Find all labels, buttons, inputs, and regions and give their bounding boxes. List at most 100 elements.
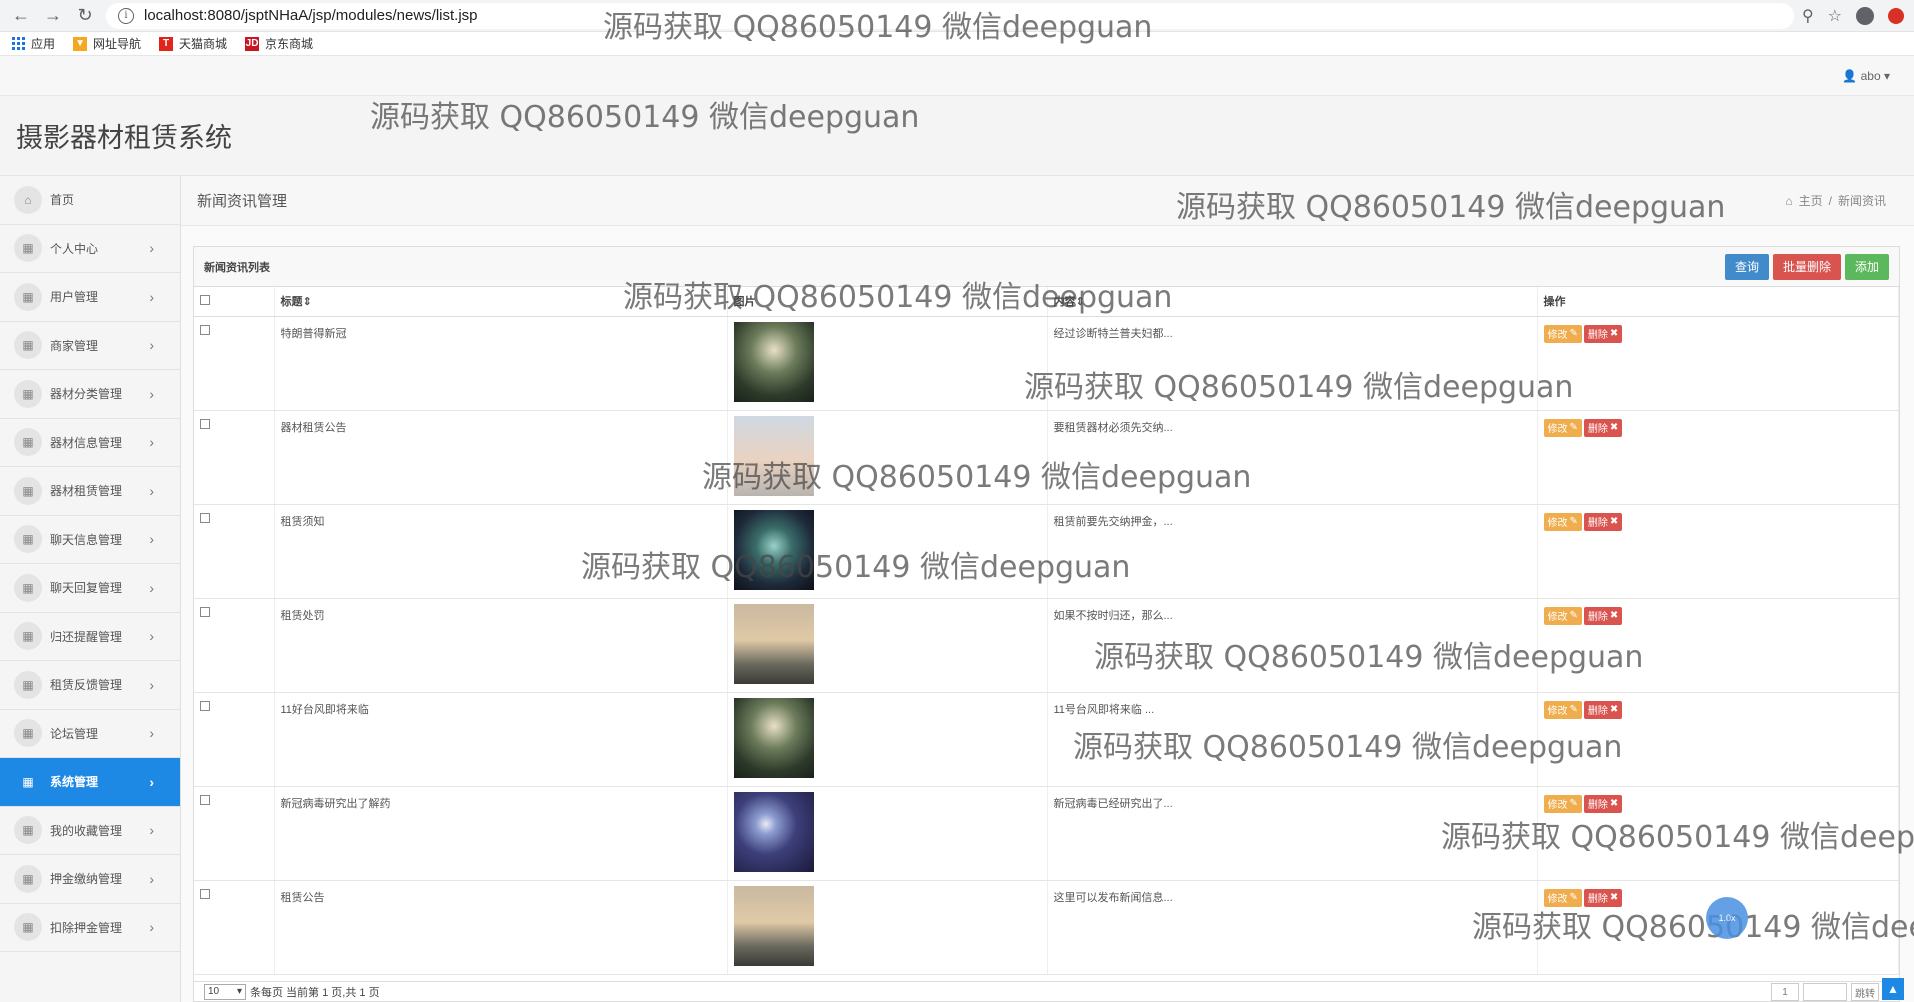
bookmark-apps[interactable]: 应用 xyxy=(12,35,55,52)
sidebar-item-system[interactable]: ▦ 系统管理 › xyxy=(0,758,180,807)
news-thumbnail[interactable] xyxy=(733,885,814,966)
grid-icon: ▦ xyxy=(14,234,42,263)
row-title: 新冠病毒研究出了解药 xyxy=(274,786,728,881)
select-all-checkbox[interactable] xyxy=(200,294,210,305)
zoom-icon[interactable]: ⚲ xyxy=(1802,6,1814,26)
bookmark-jd[interactable]: JD 京东商城 xyxy=(245,35,313,52)
row-checkbox[interactable] xyxy=(200,512,210,523)
sidebar-item-feedback[interactable]: ▦ 租赁反馈管理 › xyxy=(0,661,180,710)
delete-button[interactable]: 删除 ✖ xyxy=(1583,512,1623,531)
edit-button[interactable]: 修改 ✎ xyxy=(1543,512,1582,531)
url-text: localhost:8080/jsptNHaA/jsp/modules/news… xyxy=(144,7,478,24)
row-checkbox[interactable] xyxy=(200,324,210,335)
sidebar-item-merchants[interactable]: ▦ 商家管理 › xyxy=(0,322,180,370)
news-thumbnail[interactable] xyxy=(733,697,814,778)
sidebar-item-deposit-pay[interactable]: ▦ 押金缴纳管理 › xyxy=(0,855,180,904)
bookmark-nav[interactable]: ▼ 网址导航 xyxy=(73,35,141,52)
sidebar-item-forum[interactable]: ▦ 论坛管理 › xyxy=(0,710,180,758)
sidebar-item-return-reminder[interactable]: ▦ 归还提醒管理 › xyxy=(0,613,180,661)
grid-icon: ▦ xyxy=(14,525,42,554)
row-image-cell xyxy=(727,692,1048,787)
scroll-top-icon[interactable]: ▲ xyxy=(1882,978,1904,1000)
news-thumbnail[interactable] xyxy=(733,509,814,590)
page-number[interactable]: 1 xyxy=(1771,983,1799,1001)
row-select-cell xyxy=(194,598,275,693)
reload-icon[interactable]: ↻ xyxy=(74,5,96,27)
news-thumbnail[interactable] xyxy=(733,321,814,402)
grid-icon: ▦ xyxy=(14,331,42,360)
news-thumbnail[interactable] xyxy=(733,791,814,872)
col-content[interactable]: 内容⇕ xyxy=(1047,287,1538,317)
row-actions: 修改 ✎ 删除 ✖ xyxy=(1537,598,1899,693)
add-button[interactable]: 添加 xyxy=(1844,253,1889,280)
close-icon: ✖ xyxy=(1609,892,1619,903)
sidebar-item-users[interactable]: ▦ 用户管理 › xyxy=(0,273,180,322)
table-footer: 10 ▾ 条每页 当前第 1 页,共 1 页 1 跳转 xyxy=(194,981,1899,1001)
row-image-cell xyxy=(727,598,1048,693)
row-checkbox[interactable] xyxy=(200,888,210,899)
edit-button[interactable]: 修改 ✎ xyxy=(1543,418,1582,437)
sidebar-item-chat[interactable]: ▦ 聊天信息管理 › xyxy=(0,516,180,564)
row-checkbox[interactable] xyxy=(200,418,210,429)
delete-button[interactable]: 删除 ✖ xyxy=(1583,888,1623,907)
user-menu[interactable]: 👤 abo ▾ xyxy=(1842,69,1890,83)
forward-icon[interactable]: → xyxy=(42,5,64,27)
sidebar-item-favorites[interactable]: ▦ 我的收藏管理 › xyxy=(0,807,180,855)
row-select-cell xyxy=(194,692,275,787)
row-actions: 修改 ✎ 删除 ✖ xyxy=(1537,786,1899,881)
edit-button[interactable]: 修改 ✎ xyxy=(1543,888,1582,907)
delete-button[interactable]: 删除 ✖ xyxy=(1583,606,1623,625)
sidebar-item-rental[interactable]: ▦ 器材租赁管理 › xyxy=(0,467,180,516)
query-button[interactable]: 查询 xyxy=(1724,253,1769,280)
bookmark-star-icon[interactable]: ☆ xyxy=(1828,6,1842,26)
extension-icon[interactable] xyxy=(1888,7,1904,24)
delete-button[interactable]: 删除 ✖ xyxy=(1583,794,1623,813)
row-content: 如果不按时归还，那么... xyxy=(1047,598,1538,693)
col-title[interactable]: 标题⇕ xyxy=(274,287,728,317)
breadcrumb-home[interactable]: 主页 xyxy=(1799,192,1823,209)
edit-button[interactable]: 修改 ✎ xyxy=(1543,700,1582,719)
profile-icon[interactable] xyxy=(1856,6,1874,25)
jump-button[interactable]: 跳转 xyxy=(1851,983,1879,1001)
close-icon: ✖ xyxy=(1609,798,1619,809)
home-icon: ⌂ xyxy=(14,185,42,214)
row-checkbox[interactable] xyxy=(200,606,210,617)
chevron-right-icon: › xyxy=(149,725,154,742)
address-bar[interactable]: i localhost:8080/jsptNHaA/jsp/modules/ne… xyxy=(106,2,1794,29)
sidebar-item-personal[interactable]: ▦ 个人中心 › xyxy=(0,225,180,273)
apps-grid-icon xyxy=(12,37,25,50)
grid-icon: ▦ xyxy=(14,816,42,845)
col-action: 操作 xyxy=(1537,287,1899,317)
row-checkbox[interactable] xyxy=(200,700,210,711)
sidebar-item-chat-reply[interactable]: ▦ 聊天回复管理 › xyxy=(0,564,180,613)
close-icon: ✖ xyxy=(1609,516,1619,527)
row-title: 器材租赁公告 xyxy=(274,410,728,505)
floating-assistant-ball[interactable]: 1.0x xyxy=(1706,897,1748,939)
bookmark-tmall[interactable]: T 天猫商城 xyxy=(159,35,227,52)
row-select-cell xyxy=(194,410,275,505)
jump-page-input[interactable] xyxy=(1803,983,1847,1001)
row-checkbox[interactable] xyxy=(200,794,210,805)
delete-button[interactable]: 删除 ✖ xyxy=(1583,324,1623,343)
page-size-select[interactable]: 10 ▾ xyxy=(204,983,246,1000)
sidebar-item-deposit-deduct[interactable]: ▦ 扣除押金管理 › xyxy=(0,904,180,952)
sidebar-item-equipment-info[interactable]: ▦ 器材信息管理 › xyxy=(0,419,180,467)
sidebar-item-home[interactable]: ⌂ 首页 xyxy=(0,176,180,225)
edit-button[interactable]: 修改 ✎ xyxy=(1543,606,1582,625)
col-image[interactable]: 图片 xyxy=(727,287,1048,317)
news-thumbnail[interactable] xyxy=(733,603,814,684)
sidebar-item-equipment-category[interactable]: ▦ 器材分类管理 › xyxy=(0,370,180,419)
back-icon[interactable]: ← xyxy=(10,5,32,27)
edit-button[interactable]: 修改 ✎ xyxy=(1543,324,1582,343)
batch-delete-button[interactable]: 批量删除 xyxy=(1772,253,1841,280)
delete-button[interactable]: 删除 ✖ xyxy=(1583,418,1623,437)
chevron-right-icon: › xyxy=(149,773,154,790)
close-icon: ✖ xyxy=(1609,328,1619,339)
app-header: 摄影器材租赁系统 xyxy=(0,96,1914,176)
site-info-icon[interactable]: i xyxy=(118,7,134,24)
news-thumbnail[interactable] xyxy=(733,415,814,496)
delete-button[interactable]: 删除 ✖ xyxy=(1583,700,1623,719)
grid-icon: ▦ xyxy=(14,476,42,505)
edit-button[interactable]: 修改 ✎ xyxy=(1543,794,1582,813)
grid-icon: ▦ xyxy=(14,282,42,311)
